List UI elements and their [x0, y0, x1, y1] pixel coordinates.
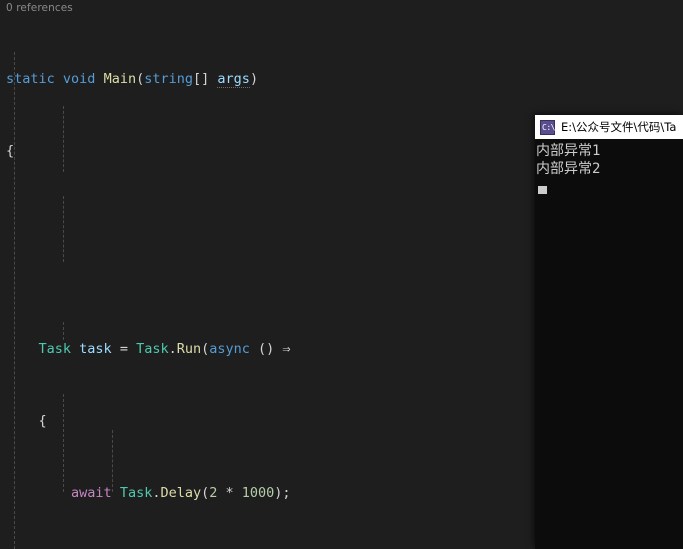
token-main: Main [103, 71, 137, 87]
console-cursor [538, 186, 547, 194]
code-line-7: await Task.Delay(2 * 1000); [71, 485, 291, 501]
console-output-line: 内部异常2 [536, 161, 601, 177]
code-text[interactable]: static void Main(string[] args) { Task t… [6, 16, 396, 549]
token-task-type-3: Task [119, 485, 153, 501]
console-output-line: 内部异常1 [536, 143, 601, 159]
token-string-type: string [144, 71, 194, 87]
token-await: await [71, 485, 112, 501]
token-task-type-2: Task [136, 341, 169, 357]
screen-root: 0 references static void Main(string[] a… [0, 0, 683, 549]
token-args: args [217, 71, 250, 88]
token-task-type: Task [38, 341, 72, 357]
console-window[interactable]: E:\公众号文件\代码\Ta 内部异常1 内部异常2 [535, 115, 683, 549]
token-task-var: task [79, 341, 112, 357]
token-lambda-arrow: ⇒ [282, 341, 291, 357]
code-line-6: { [6, 413, 47, 429]
token-num-1000: 1000 [241, 485, 275, 501]
codelens-references[interactable]: 0 references [6, 1, 73, 15]
code-line-5: Task task = Task.Run(async () ⇒ [38, 341, 291, 357]
console-window-icon [540, 119, 555, 135]
console-output[interactable]: 内部异常1 内部异常2 [535, 139, 683, 549]
token-void: void [62, 71, 96, 87]
token-run: Run [176, 341, 202, 357]
token-delay: Delay [160, 485, 202, 501]
token-async: async [209, 341, 250, 357]
console-titlebar[interactable]: E:\公众号文件\代码\Ta [535, 115, 683, 139]
token-brackets: [] [193, 71, 210, 87]
code-line-1: static void Main(string[] args) [6, 71, 259, 88]
code-line-2: { [6, 143, 15, 159]
token-static: static [6, 71, 55, 87]
console-title: E:\公众号文件\代码\Ta [561, 120, 677, 134]
